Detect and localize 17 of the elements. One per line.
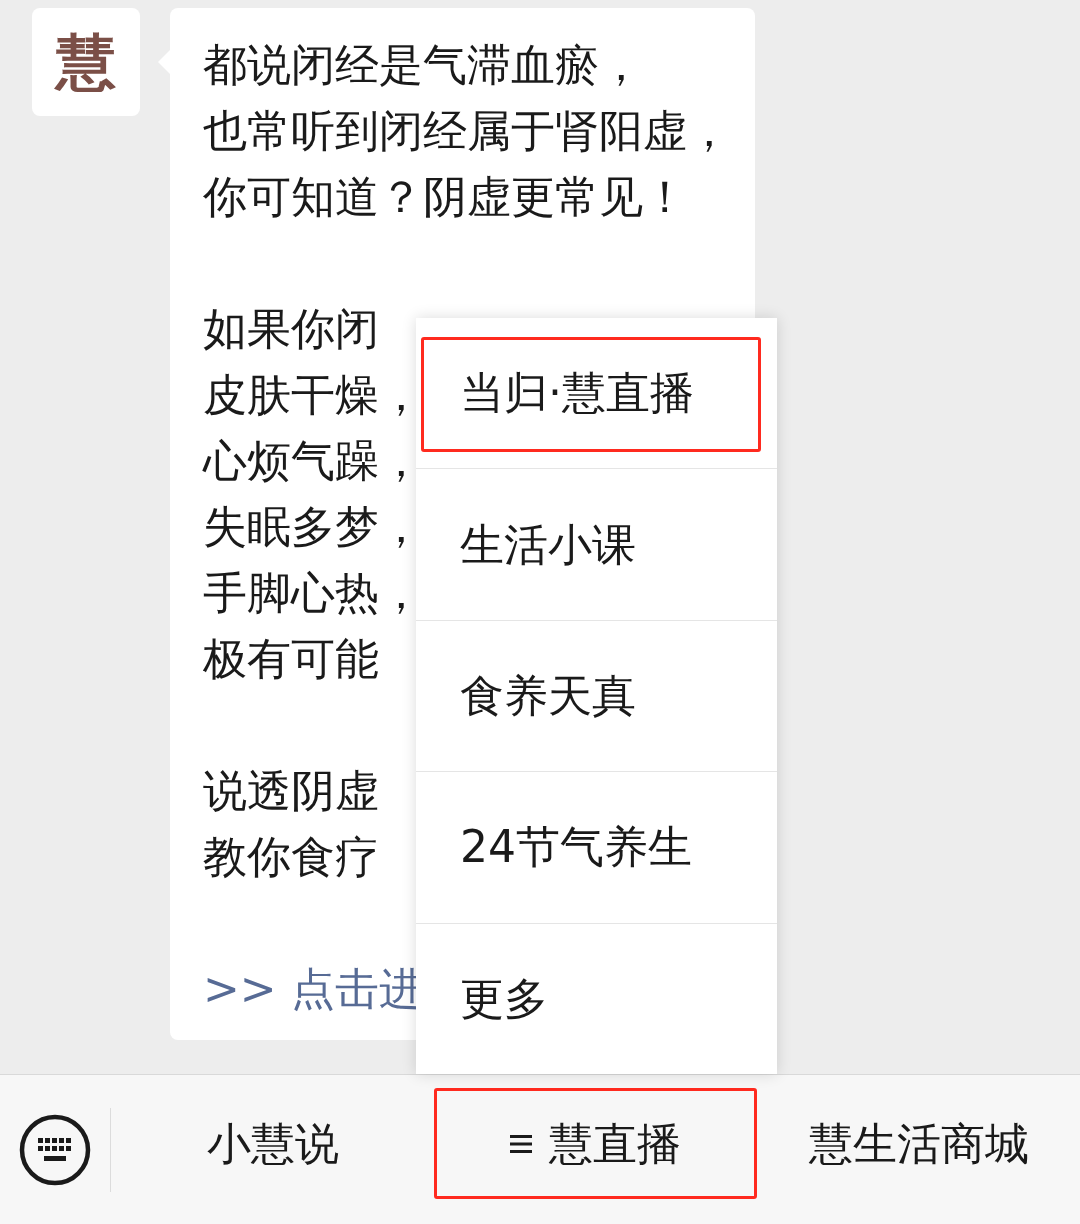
message-line: 也常听到闭经属于肾阳虚，: [203, 104, 731, 158]
menu-bar-button[interactable]: 小慧说: [111, 1088, 434, 1199]
message-line: 如果你闭: [203, 302, 379, 356]
message-line: 教你食疗: [203, 830, 379, 884]
avatar-logo: 慧: [32, 8, 140, 116]
menu-bar-button[interactable]: 慧生活商城: [757, 1088, 1080, 1199]
menu-icon: [510, 1134, 532, 1153]
popup-menu-item[interactable]: 食养天真: [416, 620, 777, 772]
menu-bar-button[interactable]: 慧直播: [434, 1088, 757, 1199]
popup-menu-item[interactable]: 24节气养生: [416, 772, 777, 923]
popup-menu-item[interactable]: 更多: [416, 923, 777, 1075]
message-line: 极有可能: [203, 632, 379, 686]
keyboard-icon[interactable]: [19, 1113, 92, 1186]
popup-menu-item[interactable]: 生活小课: [416, 469, 777, 620]
message-line: 说透阴虚: [203, 764, 379, 818]
message-line: 都说闭经是气滞血瘀，: [203, 38, 643, 92]
message-line: 你可知道？阴虚更常见！: [203, 170, 687, 224]
